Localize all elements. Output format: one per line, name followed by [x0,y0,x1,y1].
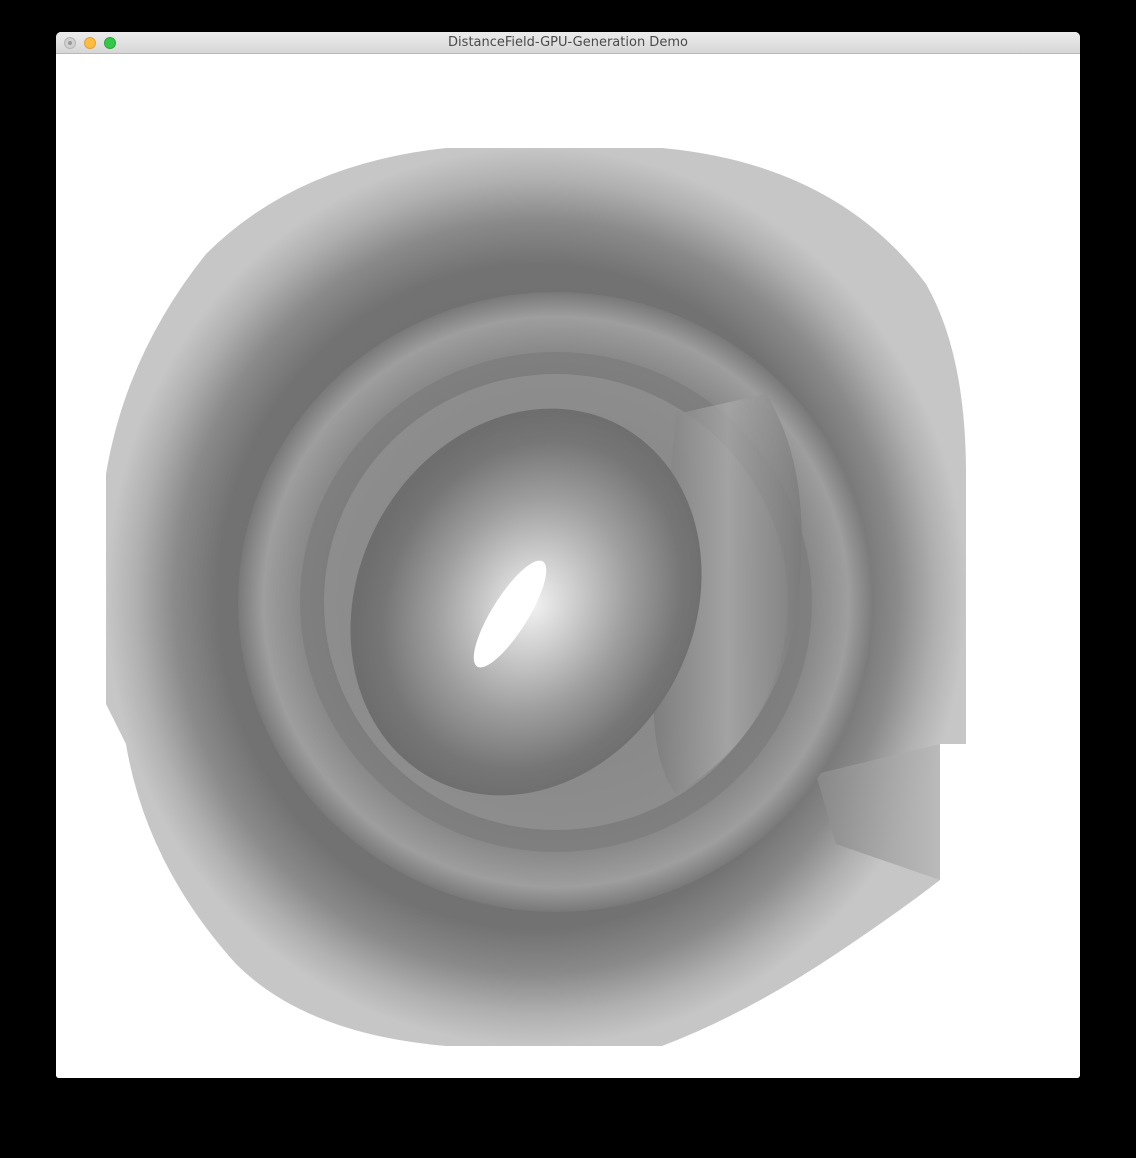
distance-field-render [106,148,966,1046]
app-window: DistanceField-GPU-Generation Demo [56,32,1080,1078]
distance-field-canvas [56,54,1080,1078]
window-title: DistanceField-GPU-Generation Demo [448,35,688,50]
title-bar[interactable]: DistanceField-GPU-Generation Demo [56,32,1080,54]
